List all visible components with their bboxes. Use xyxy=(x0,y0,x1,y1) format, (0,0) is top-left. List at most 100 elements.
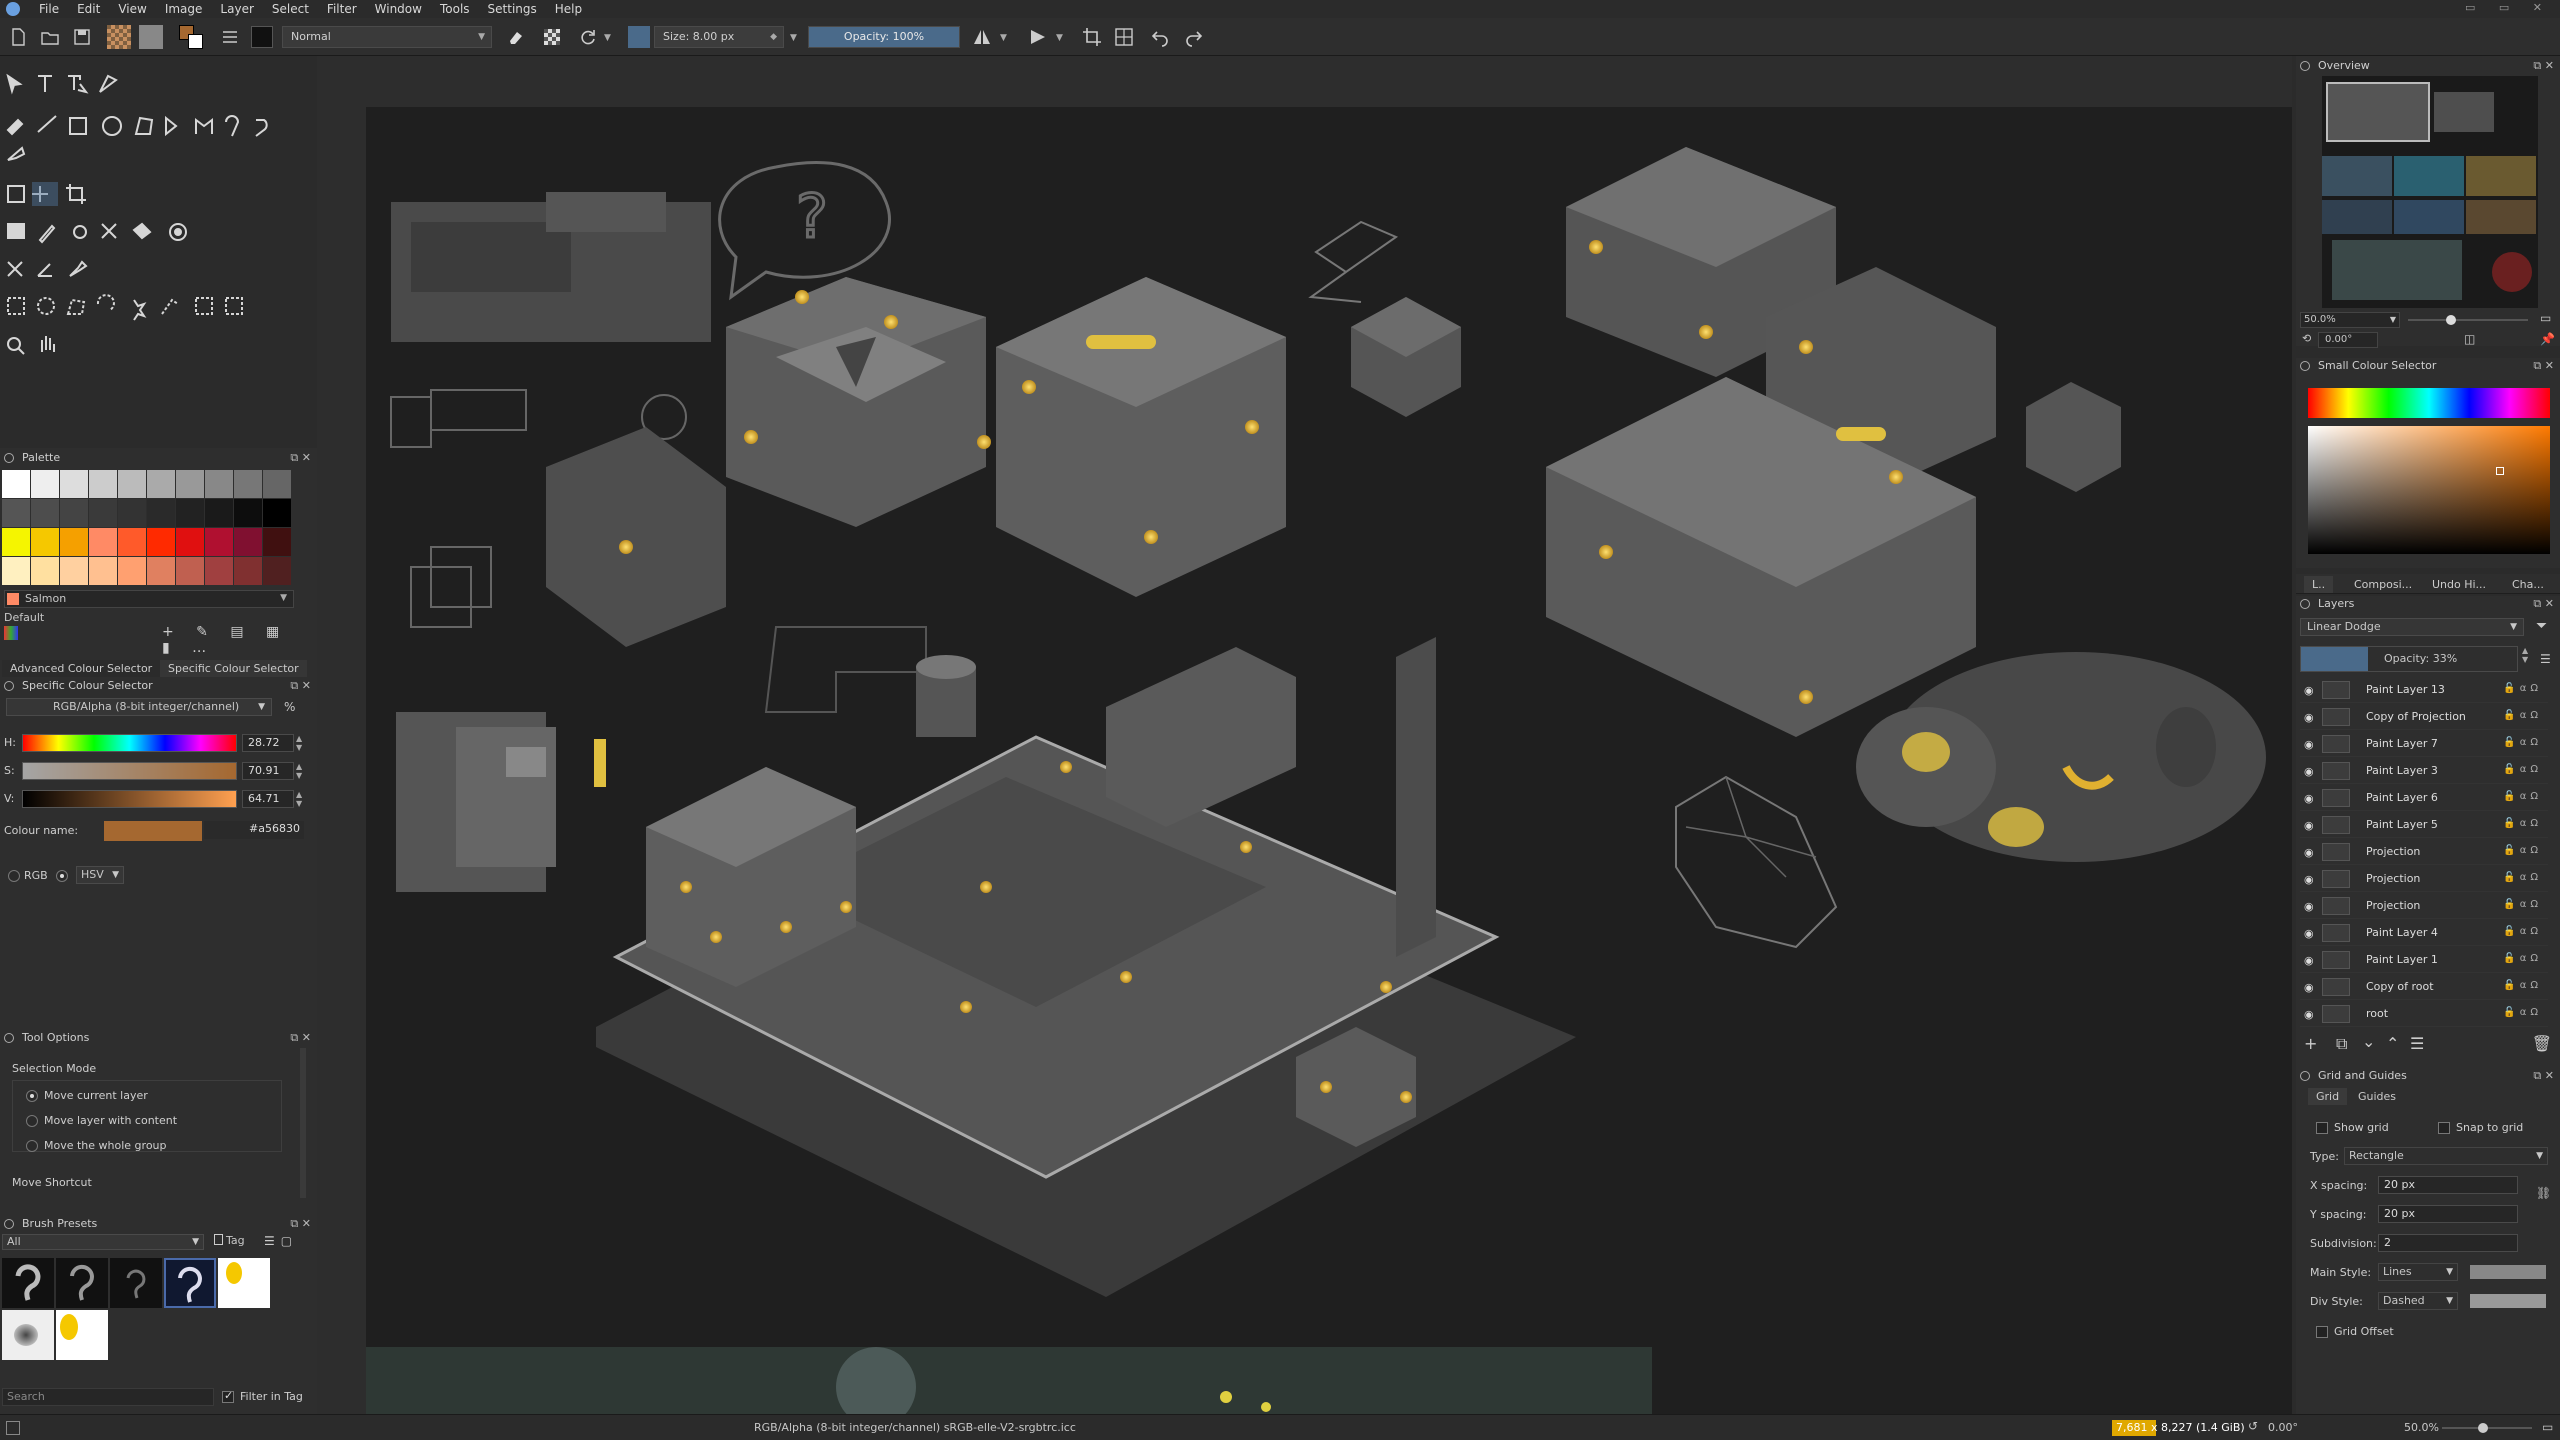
snap-to-grid-checkbox[interactable] xyxy=(2438,1122,2450,1134)
crop-wrap-icon[interactable] xyxy=(1080,24,1104,50)
palette-swatch[interactable] xyxy=(60,470,88,498)
palette-swatch[interactable] xyxy=(89,470,117,498)
tab-advanced-colour-selector[interactable]: Advanced Colour Selector xyxy=(2,660,161,677)
palette-swatch[interactable] xyxy=(205,470,233,498)
menu-filter[interactable]: Filter xyxy=(318,0,366,18)
eye-icon[interactable]: ◉ xyxy=(2304,765,2314,778)
layer-blend-mode-select[interactable]: Linear Dodge ▼ xyxy=(2300,618,2524,636)
hex-colour-input[interactable]: #a56830 xyxy=(204,821,304,839)
duplicate-layer-icon[interactable]: ⧉ xyxy=(2336,1034,2347,1054)
palette-swatch[interactable] xyxy=(263,470,291,498)
layer-row[interactable]: ◉ Paint Layer 7 🔓αΩ xyxy=(2300,731,2548,757)
layer-row[interactable]: ◉ Projection 🔓αΩ xyxy=(2300,893,2548,919)
pin-icon[interactable]: 📌 xyxy=(2540,332,2555,346)
docker-close-icon[interactable]: ⧉ ✕ xyxy=(290,1030,311,1046)
blend-mode-select[interactable]: Normal ▼ xyxy=(282,26,492,48)
tag-button[interactable]: Tag xyxy=(214,1234,245,1247)
delete-layer-icon[interactable]: 🗑 xyxy=(2532,1034,2552,1053)
hue-slider[interactable] xyxy=(22,734,237,752)
move-layer-with-content-radio[interactable] xyxy=(26,1115,38,1127)
brush-preset-7[interactable] xyxy=(56,1310,108,1360)
layer-options-icon[interactable]: ☰ xyxy=(2540,652,2551,666)
palette-swatch[interactable] xyxy=(263,528,291,556)
eye-icon[interactable]: ◉ xyxy=(2304,738,2314,751)
overview-zoom-select[interactable]: 50.0% ▼ xyxy=(2300,312,2400,328)
palette-swatch[interactable] xyxy=(118,470,146,498)
tab-channels[interactable]: Cha... xyxy=(2504,576,2552,593)
palette-swatch[interactable] xyxy=(60,528,88,556)
y-spacing-input[interactable]: 20 px xyxy=(2378,1205,2518,1223)
palette-swatch-grid[interactable] xyxy=(2,470,292,590)
monitor-icon[interactable]: ▭ xyxy=(2540,311,2551,325)
layer-row[interactable]: ◉ Paint Layer 13 🔓αΩ xyxy=(2300,677,2548,703)
eye-icon[interactable]: ◉ xyxy=(2304,1008,2314,1021)
saturation-value-square[interactable] xyxy=(2308,426,2550,554)
palette-swatch[interactable] xyxy=(205,499,233,527)
layer-row[interactable]: ◉ Copy of Projection 🔓αΩ xyxy=(2300,704,2548,730)
palette-swatch[interactable] xyxy=(2,499,30,527)
move-current-layer-radio[interactable] xyxy=(26,1090,38,1102)
brush-preset-6[interactable] xyxy=(2,1310,54,1360)
overview-viewport-rect[interactable] xyxy=(2326,82,2430,142)
eye-icon[interactable]: ◉ xyxy=(2304,846,2314,859)
spin-arrows-icon[interactable]: ▲ ▼ xyxy=(296,734,302,752)
move-whole-group-radio[interactable] xyxy=(26,1140,38,1152)
palette-swatch[interactable] xyxy=(176,528,204,556)
saturation-input[interactable]: 70.91 xyxy=(242,762,294,780)
chevron-down-icon[interactable]: ▼ xyxy=(604,33,611,43)
value-input[interactable]: 64.71 xyxy=(242,790,294,808)
main-style-select[interactable]: Lines ▼ xyxy=(2378,1263,2458,1281)
grid-type-select[interactable]: Rectangle ▼ xyxy=(2344,1147,2548,1165)
layer-row[interactable]: ◉ Paint Layer 6 🔓αΩ xyxy=(2300,785,2548,811)
layer-lock-icons[interactable]: 🔓αΩ xyxy=(2503,737,2542,748)
brush-preset-icon[interactable] xyxy=(250,24,274,50)
palette-swatch[interactable] xyxy=(2,470,30,498)
save-icon[interactable] xyxy=(70,24,94,50)
menu-view[interactable]: View xyxy=(109,0,155,18)
hsv-radio[interactable] xyxy=(56,870,68,882)
brush-preset-4-selected[interactable] xyxy=(164,1258,216,1308)
palette-swatch[interactable] xyxy=(147,499,175,527)
canvas-rotation[interactable]: 0.00° xyxy=(2268,1421,2298,1434)
rgb-radio[interactable] xyxy=(8,870,20,882)
size-slider[interactable]: Size: 8.00 px ◆ xyxy=(654,26,784,48)
link-icon[interactable]: ⛓ xyxy=(2536,1186,2551,1200)
eye-icon[interactable]: ◉ xyxy=(2304,711,2314,724)
grid-offset-checkbox[interactable] xyxy=(2316,1326,2328,1338)
palette-swatch[interactable] xyxy=(234,499,262,527)
menu-image[interactable]: Image xyxy=(156,0,212,18)
chevron-down-icon[interactable]: ▼ xyxy=(280,593,287,603)
palette-swatch[interactable] xyxy=(31,470,59,498)
brush-preset-grid[interactable] xyxy=(2,1258,272,1360)
undo-icon[interactable] xyxy=(1148,24,1172,50)
colour-model-select[interactable]: RGB/Alpha (8-bit integer/channel) ▼ xyxy=(6,698,272,716)
chevron-down-icon[interactable]: ▼ xyxy=(1000,33,1007,43)
docker-close-icon[interactable]: ⧉ ✕ xyxy=(2533,358,2554,374)
hsv-model-select[interactable]: HSV ▼ xyxy=(76,866,124,884)
palette-swatch[interactable] xyxy=(2,557,30,585)
menu-edit[interactable]: Edit xyxy=(68,0,109,18)
value-slider[interactable] xyxy=(22,790,237,808)
filter-icon[interactable]: ⏷ xyxy=(2536,618,2547,634)
palette-swatch[interactable] xyxy=(89,528,117,556)
menu-settings[interactable]: Settings xyxy=(479,0,546,18)
palette-selected-color[interactable]: Salmon ▼ xyxy=(4,590,294,608)
menu-window[interactable]: Window xyxy=(366,0,431,18)
eye-icon[interactable]: ◉ xyxy=(2304,873,2314,886)
tab-compositions[interactable]: Composi... xyxy=(2346,576,2420,593)
palette-swatch[interactable] xyxy=(147,528,175,556)
menu-tools[interactable]: Tools xyxy=(431,0,479,18)
eye-icon[interactable]: ◉ xyxy=(2304,792,2314,805)
palette-swatch[interactable] xyxy=(263,499,291,527)
overview-thumbnail[interactable] xyxy=(2322,76,2538,308)
zoom-slider-handle[interactable] xyxy=(2478,1423,2488,1433)
move-layer-up-icon[interactable]: ⌃ xyxy=(2386,1034,2399,1053)
div-style-colour[interactable] xyxy=(2470,1294,2546,1308)
eye-icon[interactable]: ◉ xyxy=(2304,819,2314,832)
palette-swatch[interactable] xyxy=(89,557,117,585)
eye-icon[interactable]: ◉ xyxy=(2304,954,2314,967)
palette-swatch[interactable] xyxy=(205,528,233,556)
colour-picker-cursor[interactable] xyxy=(2496,467,2504,475)
palette-swatch[interactable] xyxy=(60,557,88,585)
tab-grid[interactable]: Grid xyxy=(2308,1088,2348,1105)
